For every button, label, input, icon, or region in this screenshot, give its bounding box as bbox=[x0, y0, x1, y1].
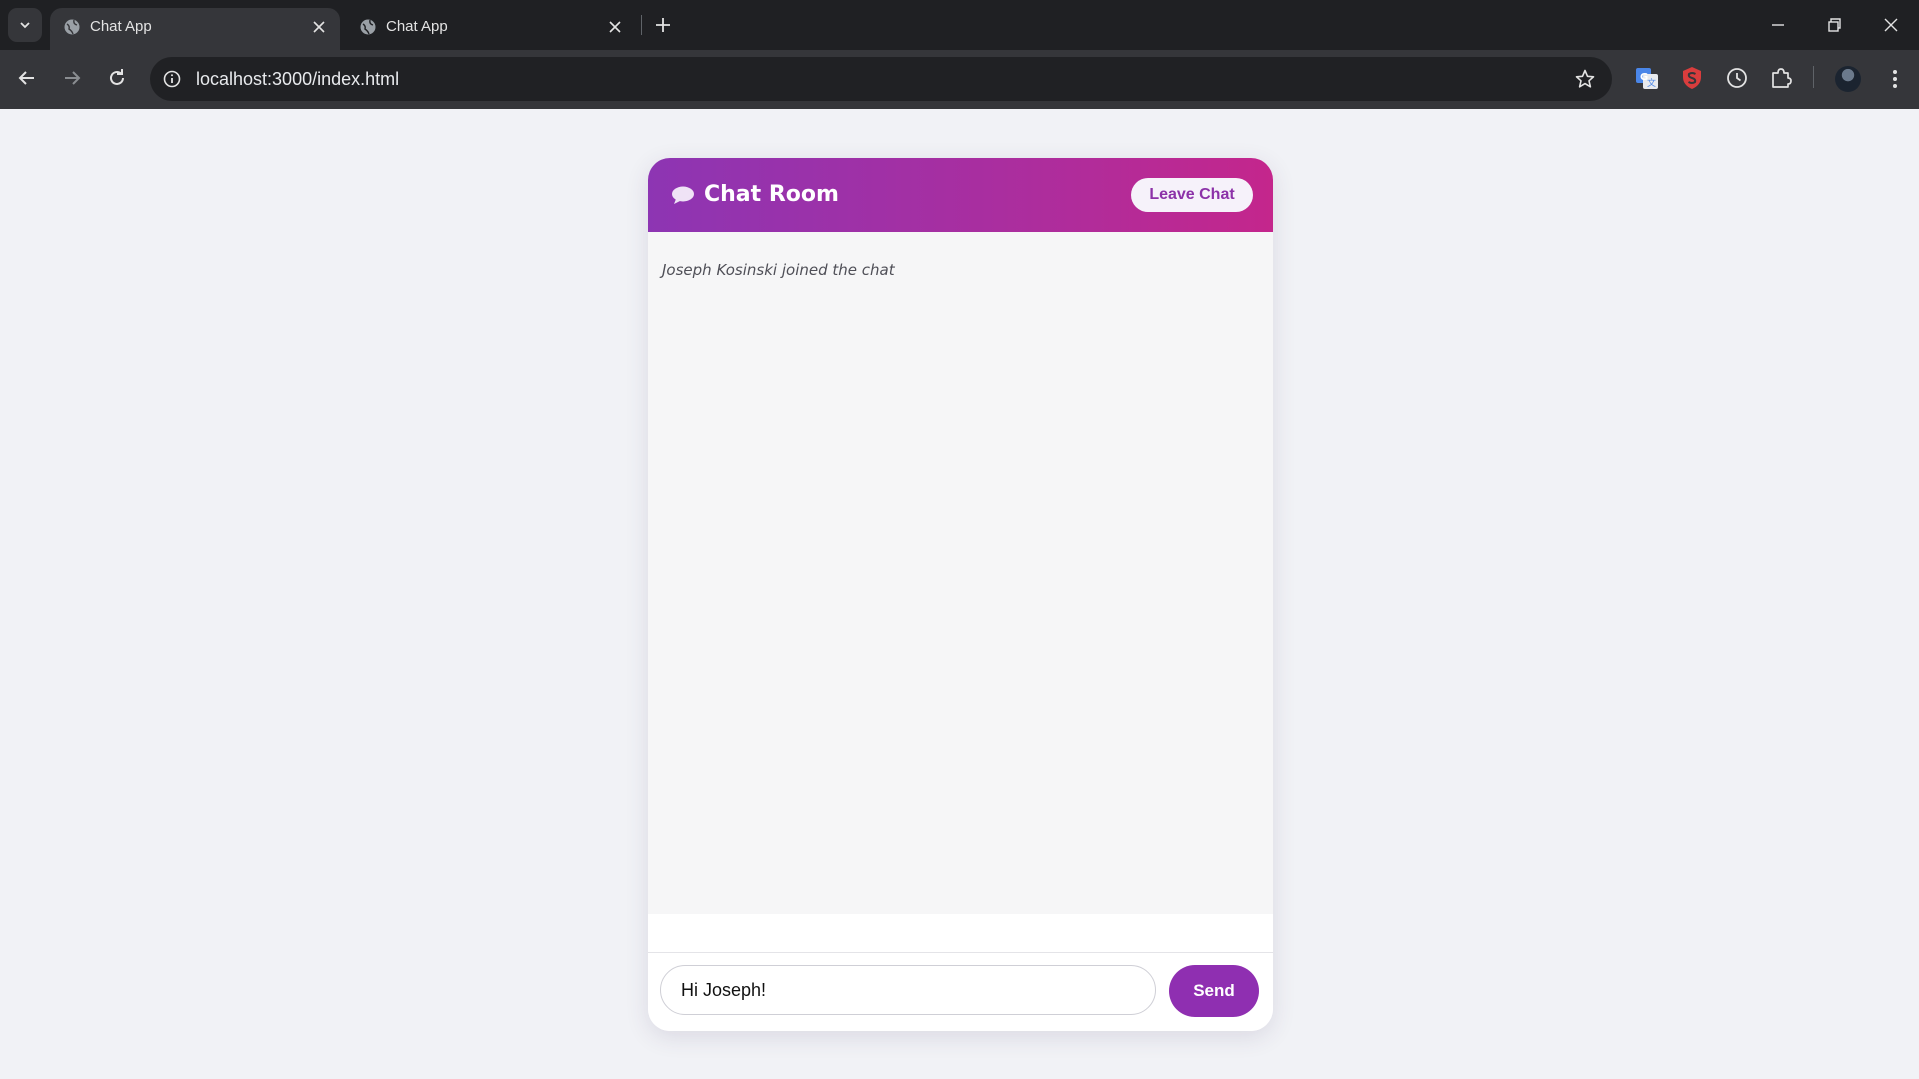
system-message: Joseph Kosinski joined the chat bbox=[662, 261, 895, 279]
chevron-down-icon bbox=[20, 22, 30, 29]
close-tab-icon[interactable] bbox=[606, 18, 624, 36]
send-button[interactable]: Send bbox=[1169, 965, 1259, 1017]
url-text: localhost:3000/index.html bbox=[196, 69, 400, 89]
speech-bubble-icon bbox=[672, 186, 694, 204]
tab-separator bbox=[641, 15, 642, 35]
back-arrow-icon[interactable] bbox=[13, 64, 41, 92]
browser-tab-inactive[interactable]: Chat App bbox=[346, 8, 636, 50]
history-clock-icon[interactable] bbox=[1724, 65, 1750, 91]
new-tab-plus-icon[interactable] bbox=[651, 13, 675, 37]
message-list[interactable]: Joseph Kosinski joined the chat bbox=[648, 232, 1273, 914]
minimize-icon[interactable] bbox=[1765, 12, 1791, 38]
tab-title: Chat App bbox=[386, 18, 448, 35]
browser-toolbar: localhost:3000/index.html G 文 bbox=[0, 50, 1919, 109]
message-composer: Send bbox=[648, 952, 1273, 1031]
toolbar-separator bbox=[1813, 66, 1814, 88]
shield-extension-icon[interactable] bbox=[1679, 65, 1705, 91]
translate-icon[interactable]: G 文 bbox=[1634, 65, 1660, 91]
browser-tab-bar: Chat App Chat App bbox=[0, 0, 1919, 50]
close-window-icon[interactable] bbox=[1878, 12, 1904, 38]
browser-tab-active[interactable]: Chat App bbox=[50, 8, 340, 50]
bookmark-star-icon[interactable] bbox=[1574, 68, 1596, 90]
restore-icon[interactable] bbox=[1821, 12, 1847, 38]
svg-text:文: 文 bbox=[1647, 77, 1656, 89]
leave-chat-button[interactable]: Leave Chat bbox=[1131, 178, 1253, 212]
site-info-icon[interactable] bbox=[162, 69, 182, 89]
globe-icon bbox=[360, 19, 376, 35]
chat-header: Chat Room Leave Chat bbox=[648, 158, 1273, 232]
reload-icon[interactable] bbox=[103, 64, 131, 92]
puzzle-extensions-icon[interactable] bbox=[1768, 65, 1794, 91]
profile-avatar[interactable] bbox=[1835, 66, 1861, 92]
globe-icon bbox=[64, 19, 80, 35]
tab-title: Chat App bbox=[90, 18, 152, 35]
chat-room-title: Chat Room bbox=[704, 182, 839, 207]
forward-arrow-icon[interactable] bbox=[58, 64, 86, 92]
more-menu-icon[interactable] bbox=[1882, 66, 1908, 92]
close-tab-icon[interactable] bbox=[310, 18, 328, 36]
tab-search-button[interactable] bbox=[8, 8, 42, 42]
message-input[interactable] bbox=[660, 965, 1156, 1015]
address-bar[interactable]: localhost:3000/index.html bbox=[150, 57, 1612, 101]
chat-container: Chat Room Leave Chat Joseph Kosinski joi… bbox=[648, 158, 1273, 1031]
